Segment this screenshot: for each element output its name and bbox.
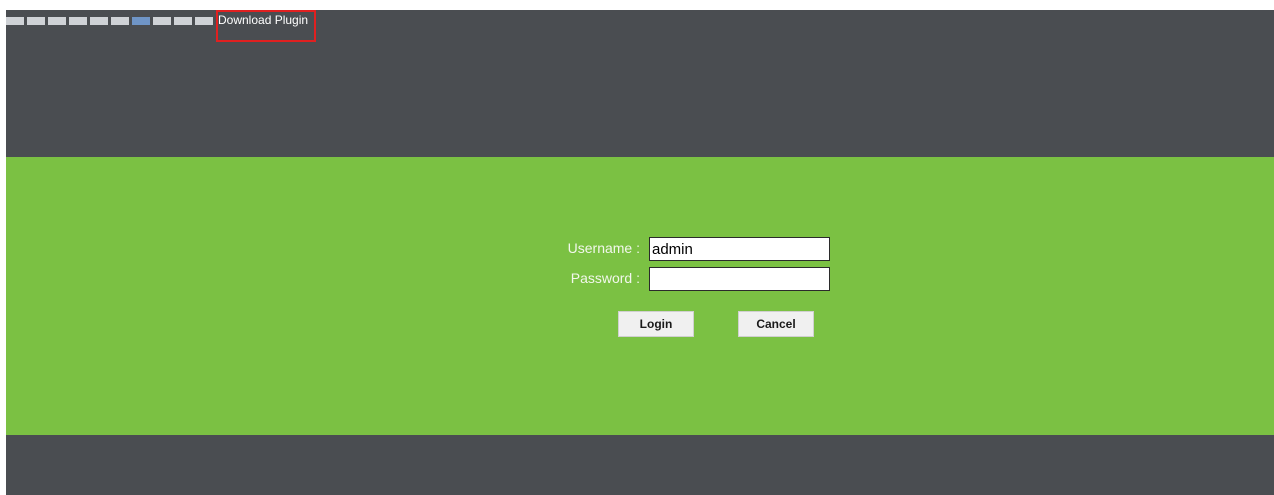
login-panel: Username : Password : Login Cancel [6,157,1274,435]
cancel-button[interactable]: Cancel [738,311,814,337]
language-flag-5[interactable] [90,17,108,25]
page-frame: Download Plugin Username : Password : Lo… [6,10,1274,495]
password-label: Password : [570,270,640,286]
username-input[interactable] [649,237,830,261]
highlight-box [216,10,316,42]
language-flag-8[interactable] [153,17,171,25]
login-button[interactable]: Login [618,311,694,337]
password-input[interactable] [649,267,830,291]
header-band: Download Plugin [6,10,1274,157]
language-flag-6[interactable] [111,17,129,25]
username-label: Username : [567,240,640,256]
footer-band [6,435,1274,495]
language-flag-1[interactable] [6,17,24,25]
language-flag-4[interactable] [69,17,87,25]
language-flag-2[interactable] [27,17,45,25]
language-flag-9[interactable] [174,17,192,25]
language-flag-7[interactable] [132,17,150,25]
language-flag-10[interactable] [195,17,213,25]
language-flag-3[interactable] [48,17,66,25]
